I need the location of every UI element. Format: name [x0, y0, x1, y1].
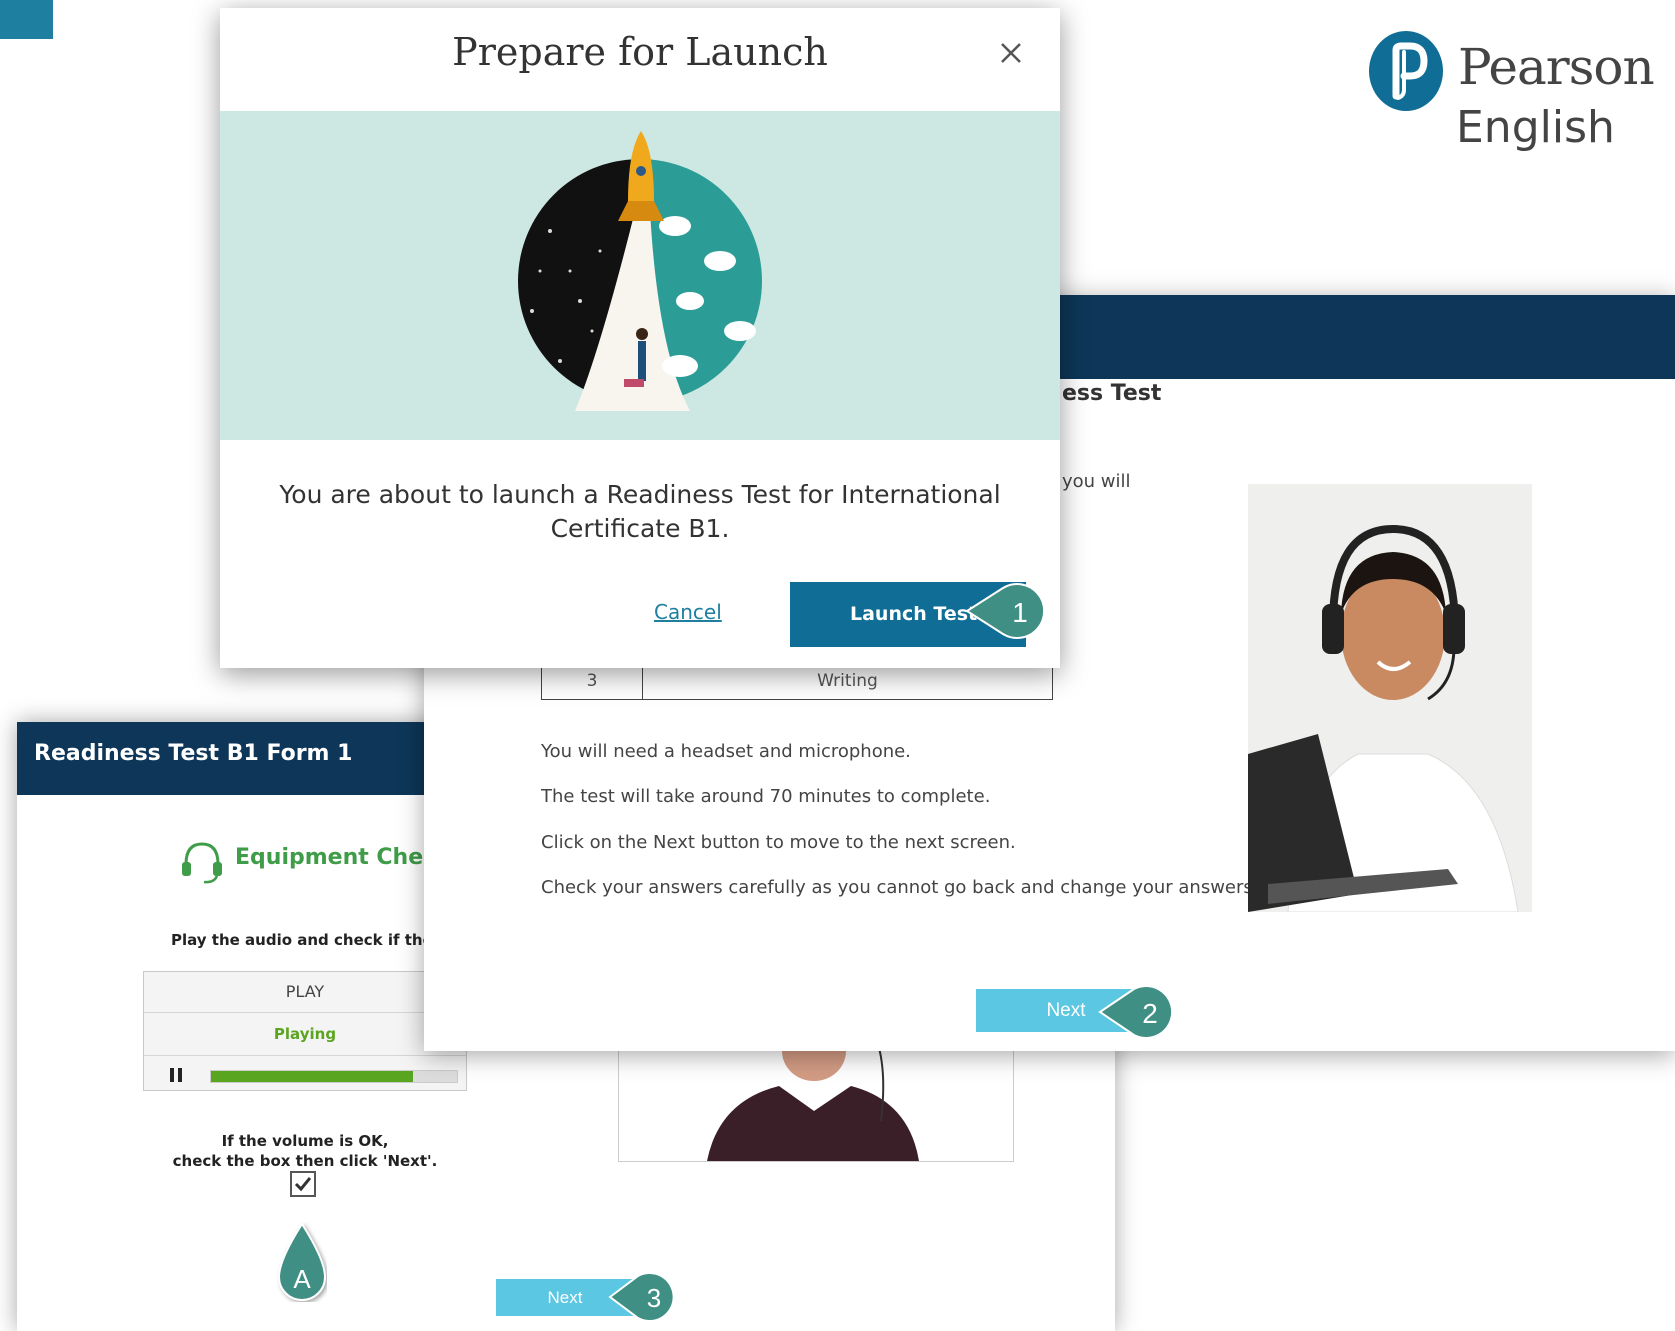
- cancel-link[interactable]: Cancel: [654, 600, 722, 624]
- callout-1-label: 1: [1012, 597, 1028, 628]
- pause-icon[interactable]: [170, 1068, 182, 1082]
- callout-1-badge: 1: [965, 583, 1046, 639]
- table-cell-number: 3: [542, 664, 643, 699]
- volume-ok-checkbox[interactable]: [290, 1171, 316, 1197]
- pearson-logo: Pearson English: [1368, 30, 1658, 160]
- logo-word-pearson: Pearson: [1458, 38, 1655, 96]
- intro-line-duration: The test will take around 70 minutes to …: [541, 786, 991, 807]
- equipment-check-title: Equipment Check: [235, 845, 451, 870]
- intro-line-headset: You will need a headset and microphone.: [541, 741, 911, 762]
- volume-instruction-line1: If the volume is OK,: [221, 1132, 389, 1150]
- corner-accent: [0, 0, 53, 39]
- callout-2-badge: 2: [1098, 985, 1174, 1039]
- callout-a-badge: A: [277, 1222, 327, 1301]
- speaker-illustration: [707, 1041, 919, 1161]
- dialog-title: Prepare for Launch: [452, 30, 828, 74]
- headset-user-photo: [1248, 484, 1532, 912]
- intro-line-check: Check your answers carefully as you cann…: [541, 877, 1259, 898]
- playback-status: Playing: [144, 1013, 466, 1056]
- callout-a-label: A: [293, 1264, 311, 1294]
- test-intro-partial-text: you will: [1062, 471, 1131, 492]
- callout-3-badge: 3: [608, 1272, 675, 1322]
- audio-progress-fill: [211, 1071, 413, 1082]
- callout-2-label: 2: [1142, 998, 1158, 1029]
- audio-progress-bar[interactable]: [210, 1070, 458, 1083]
- rocket-launch-illustration: [220, 111, 1060, 440]
- test-sections-table-row: 3 Writing: [541, 664, 1053, 700]
- play-button[interactable]: PLAY: [144, 972, 466, 1013]
- logo-word-english: English: [1456, 102, 1615, 153]
- pearson-p-icon: [1369, 31, 1443, 111]
- speaker-photo: [618, 1040, 1014, 1162]
- audio-player: PLAY Playing: [143, 971, 467, 1091]
- volume-instruction-line2: check the box then click 'Next'.: [172, 1152, 438, 1170]
- volume-instruction: If the volume is OK, check the box then …: [150, 1131, 460, 1171]
- test-intro-heading: ess Test: [1062, 381, 1162, 406]
- close-icon[interactable]: [998, 40, 1024, 66]
- callout-3-label: 3: [647, 1283, 661, 1313]
- equipment-instruction: Play the audio and check if the v: [171, 931, 448, 949]
- equipment-window-title: Readiness Test B1 Form 1: [34, 741, 353, 766]
- table-cell-skill: Writing: [817, 671, 878, 691]
- headset-icon: [182, 842, 222, 884]
- check-icon: [294, 1177, 312, 1192]
- dialog-message: You are about to launch a Readiness Test…: [279, 480, 1001, 543]
- headset-user-illustration: [1248, 484, 1532, 912]
- intro-line-next: Click on the Next button to move to the …: [541, 832, 1016, 853]
- rocket-illustration: [518, 131, 762, 411]
